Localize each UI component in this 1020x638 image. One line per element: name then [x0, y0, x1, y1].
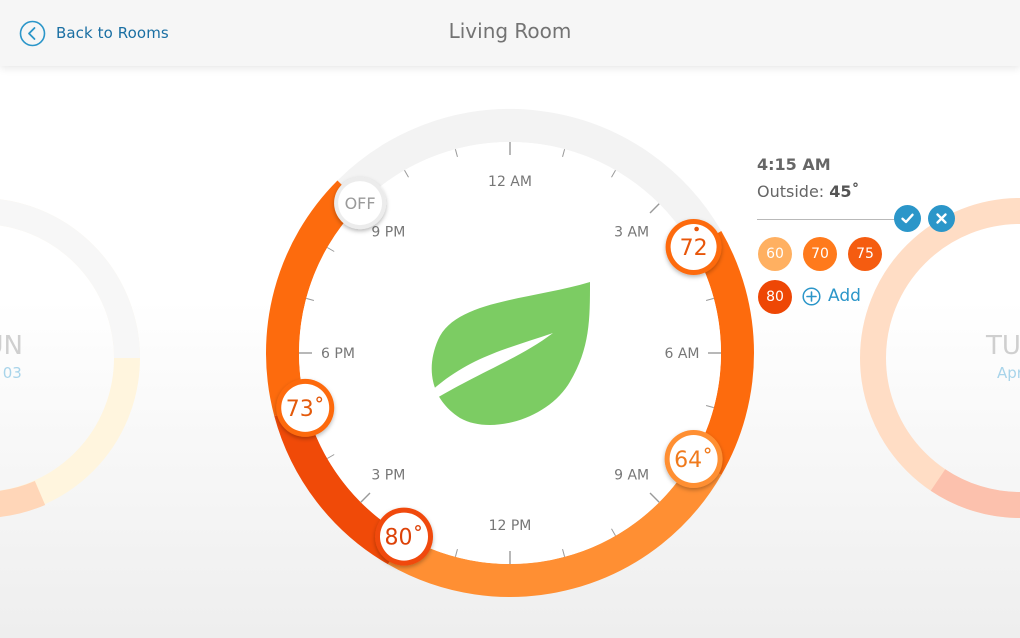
setpoint-info-panel: 4:15 AM Outside: 45˚ 60 70 75 80 Add — [757, 155, 967, 314]
hour-label-9am: 9 AM — [614, 468, 649, 484]
setpoint-knob-off[interactable]: OFF — [334, 177, 387, 230]
side-day-name-left: SUN — [0, 331, 23, 361]
preset-80-button[interactable]: 80 — [758, 280, 792, 314]
setpoint-value-8am: 64˚ — [674, 448, 713, 473]
setpoint-value-4am: 72 — [680, 236, 708, 261]
plus-circle-icon — [802, 286, 821, 306]
hour-label-9pm: 9 PM — [371, 224, 405, 240]
hour-label-3pm: 3 PM — [371, 468, 405, 484]
hour-label-6am: 6 AM — [664, 346, 699, 362]
close-icon — [936, 213, 947, 224]
setpoint-value-2pm: 80˚ — [385, 526, 424, 551]
side-dial-left[interactable]: SUN Apr 03 — [0, 199, 140, 517]
hour-label-12am: 12 AM — [488, 174, 532, 190]
setpoint-knob-2pm[interactable]: 80˚ — [375, 507, 433, 566]
thermostat-canvas: SUN Apr 03 TUE Apr 05 12 AM 3 AM 6 AM 9 … — [0, 109, 1020, 597]
outside-temp-value: 45˚ — [829, 182, 860, 201]
hour-label-3am: 3 AM — [614, 224, 649, 240]
side-day-date-right: Apr 05 — [997, 364, 1020, 382]
info-divider — [757, 219, 897, 220]
setpoint-off-label: OFF — [345, 194, 376, 213]
cancel-button[interactable] — [928, 205, 955, 232]
side-dial-right[interactable]: TUE Apr 05 — [860, 198, 1020, 518]
check-icon — [901, 213, 914, 224]
add-preset-button[interactable]: Add — [802, 286, 861, 306]
side-day-date-left: Apr 03 — [0, 364, 22, 382]
setpoint-knob-8am[interactable]: 64˚ — [664, 430, 723, 488]
outside-label: Outside: — [757, 182, 825, 201]
app-header: Back to Rooms Living Room — [0, 0, 1020, 66]
side-day-name-right: TUE — [985, 331, 1020, 361]
preset-75-button[interactable]: 75 — [848, 237, 882, 271]
page-title: Living Room — [448, 19, 572, 43]
confirm-button[interactable] — [894, 205, 921, 232]
setpoint-knob-5pm[interactable]: 73˚ — [276, 378, 335, 437]
hour-label-6pm: 6 PM — [321, 346, 355, 362]
selected-time: 4:15 AM — [757, 155, 831, 174]
hour-label-12pm: 12 PM — [489, 518, 532, 534]
add-preset-label: Add — [828, 286, 861, 306]
setpoint-knob-4am[interactable]: 72 — [665, 219, 722, 275]
setpoint-value-5pm: 73˚ — [286, 397, 325, 422]
preset-70-button[interactable]: 70 — [803, 237, 837, 271]
preset-60-button[interactable]: 60 — [758, 237, 792, 271]
outside-temperature: Outside: 45˚ — [757, 182, 967, 201]
